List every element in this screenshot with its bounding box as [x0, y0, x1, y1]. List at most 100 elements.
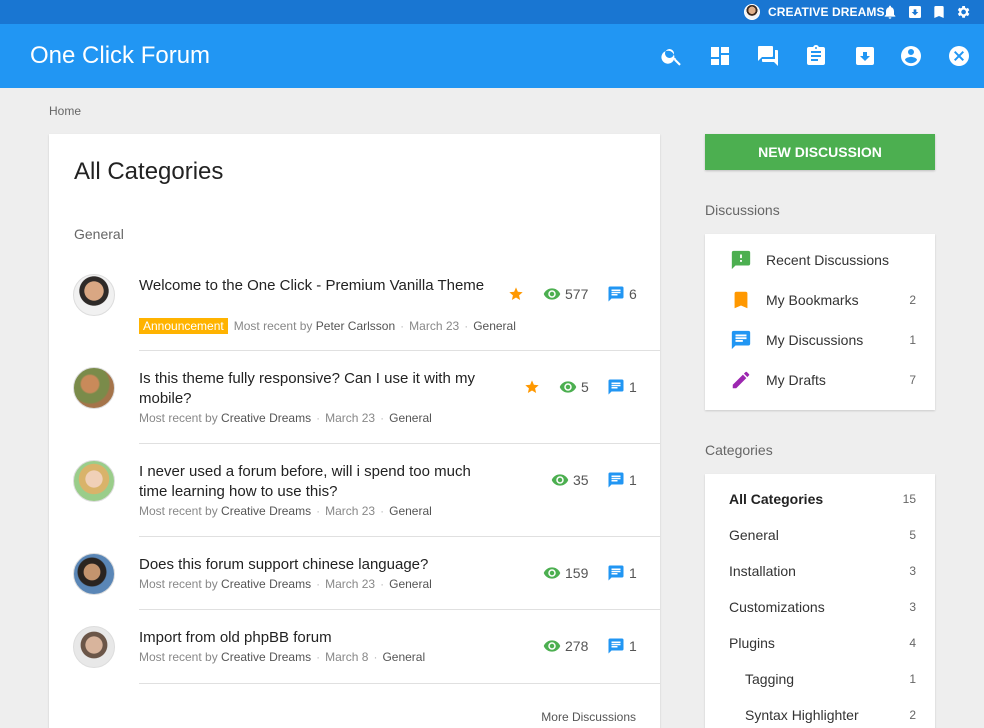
- category-customizations[interactable]: Customizations 3: [705, 589, 935, 625]
- comment-icon: [608, 472, 624, 488]
- account-icon[interactable]: [899, 44, 923, 68]
- category-general[interactable]: General 5: [705, 517, 935, 553]
- forum-icon[interactable]: [756, 44, 780, 68]
- category-syntax-highlighter[interactable]: Syntax Highlighter 2: [705, 697, 935, 728]
- category-count: 3: [909, 564, 916, 578]
- eye-icon: [551, 474, 569, 486]
- category-label: Plugins: [729, 635, 775, 651]
- sidebar-item-my-discussions[interactable]: My Discussions 1: [705, 321, 935, 361]
- avatar[interactable]: [73, 460, 115, 502]
- dashboard-icon[interactable]: [708, 44, 732, 68]
- clipboard-icon[interactable]: [804, 44, 828, 68]
- username-link[interactable]: CREATIVE DREAMS: [768, 5, 885, 19]
- discussion-title[interactable]: Is this theme fully responsive? Can I us…: [139, 369, 489, 409]
- category-label: Tagging: [745, 671, 795, 687]
- comments-count: 1: [629, 379, 637, 395]
- meta-category[interactable]: General: [389, 577, 432, 591]
- meta-date: March 8: [325, 650, 369, 664]
- discussion-title[interactable]: Import from old phpBB forum: [139, 628, 489, 648]
- comments-stat: 6: [607, 285, 637, 303]
- category-count: 5: [909, 528, 916, 542]
- discussion-meta: Announcement Most recent by Peter Carlsso…: [139, 318, 516, 334]
- sidebar-item-recent-discussions[interactable]: Recent Discussions: [705, 241, 935, 281]
- close-circle-icon[interactable]: [947, 44, 971, 68]
- bell-icon[interactable]: [882, 4, 898, 20]
- star-icon[interactable]: [508, 286, 524, 302]
- download-box-icon[interactable]: [853, 44, 877, 68]
- discussion-meta: Most recent by Creative Dreams · March 8 · G…: [139, 650, 426, 664]
- views-count: 278: [565, 638, 589, 654]
- sidebar-item-my-drafts[interactable]: My Drafts 7: [705, 361, 935, 401]
- meta-user[interactable]: Creative Dreams: [221, 504, 311, 518]
- avatar[interactable]: [73, 367, 115, 409]
- category-label: Installation: [729, 563, 796, 579]
- new-discussion-button[interactable]: NEW DISCUSSION: [705, 134, 935, 170]
- gear-icon[interactable]: [955, 4, 971, 20]
- discussion-row[interactable]: Is this theme fully responsive? Can I us…: [49, 351, 660, 444]
- views-stat: 577: [543, 285, 588, 303]
- announcement-badge: Announcement: [139, 318, 228, 334]
- avatar[interactable]: [73, 626, 115, 668]
- meta-date: March 23: [325, 504, 376, 518]
- sidebar-item-label: My Drafts: [766, 372, 826, 388]
- views-stat: 5: [559, 378, 589, 396]
- category-all[interactable]: All Categories 15: [705, 481, 935, 517]
- meta-user[interactable]: Creative Dreams: [221, 650, 311, 664]
- comment-icon: [608, 379, 624, 395]
- views-stat: 35: [551, 471, 589, 489]
- star-icon[interactable]: [524, 379, 540, 395]
- download-box-icon[interactable]: [907, 4, 923, 20]
- sidebar-item-count: 1: [909, 333, 916, 347]
- comments-count: 1: [629, 472, 637, 488]
- bookmark-icon[interactable]: [931, 4, 947, 20]
- comments-count: 1: [629, 638, 637, 654]
- comment-icon: [608, 565, 624, 581]
- category-count: 1: [909, 672, 916, 686]
- comments-count: 6: [629, 286, 637, 302]
- discussion-row[interactable]: I never used a forum before, will i spen…: [49, 444, 660, 537]
- meta-user[interactable]: Creative Dreams: [221, 577, 311, 591]
- sidebar-item-my-bookmarks[interactable]: My Bookmarks 2: [705, 281, 935, 321]
- views-count: 35: [573, 472, 589, 488]
- views-count: 5: [581, 379, 589, 395]
- meta-category[interactable]: General: [473, 319, 516, 333]
- meta-prefix: Most recent by: [139, 504, 218, 518]
- alert-message-icon: [731, 250, 751, 270]
- category-tagging[interactable]: Tagging 1: [705, 661, 935, 697]
- user-avatar[interactable]: [744, 4, 760, 20]
- discussion-title[interactable]: Does this forum support chinese language…: [139, 555, 489, 575]
- discussion-meta: Most recent by Creative Dreams · March 23 ·…: [139, 577, 432, 591]
- meta-prefix: Most recent by: [233, 319, 313, 333]
- search-icon[interactable]: [660, 44, 684, 68]
- meta-category[interactable]: General: [389, 504, 432, 518]
- meta-user[interactable]: Peter Carlsson: [316, 319, 395, 333]
- views-stat: 159: [543, 564, 588, 582]
- breadcrumb[interactable]: Home: [49, 104, 81, 118]
- avatar[interactable]: [73, 553, 115, 595]
- section-label[interactable]: General: [74, 226, 124, 242]
- meta-user[interactable]: Creative Dreams: [221, 411, 311, 425]
- more-discussions-link[interactable]: More Discussions: [541, 710, 636, 724]
- site-title[interactable]: One Click Forum: [30, 42, 210, 70]
- sidebar-item-label: My Discussions: [766, 332, 864, 348]
- discussion-title[interactable]: Welcome to the One Click - Premium Vanil…: [139, 276, 489, 296]
- avatar[interactable]: [73, 274, 115, 316]
- discussion-row[interactable]: Import from old phpBB forum Most recent …: [49, 610, 660, 684]
- discussion-title[interactable]: I never used a forum before, will i spen…: [139, 462, 489, 502]
- sidebar-item-label: Recent Discussions: [766, 252, 889, 268]
- category-label: Customizations: [729, 599, 825, 615]
- views-count: 159: [565, 565, 589, 581]
- meta-category[interactable]: General: [389, 411, 432, 425]
- discussion-row[interactable]: Does this forum support chinese language…: [49, 537, 660, 610]
- categories-panel: All Categories 15 General 5 Installation…: [705, 474, 935, 728]
- discussion-row[interactable]: Welcome to the One Click - Premium Vanil…: [49, 264, 660, 351]
- sidebar-item-label: My Bookmarks: [766, 292, 859, 308]
- sidebar-item-count: 2: [909, 293, 916, 307]
- category-installation[interactable]: Installation 3: [705, 553, 935, 589]
- eye-icon: [543, 567, 561, 579]
- meta-category[interactable]: General: [382, 650, 425, 664]
- meta-prefix: Most recent by: [139, 577, 218, 591]
- page-title: All Categories: [74, 158, 224, 185]
- category-plugins[interactable]: Plugins 4: [705, 625, 935, 661]
- meta-date: March 23: [325, 411, 376, 425]
